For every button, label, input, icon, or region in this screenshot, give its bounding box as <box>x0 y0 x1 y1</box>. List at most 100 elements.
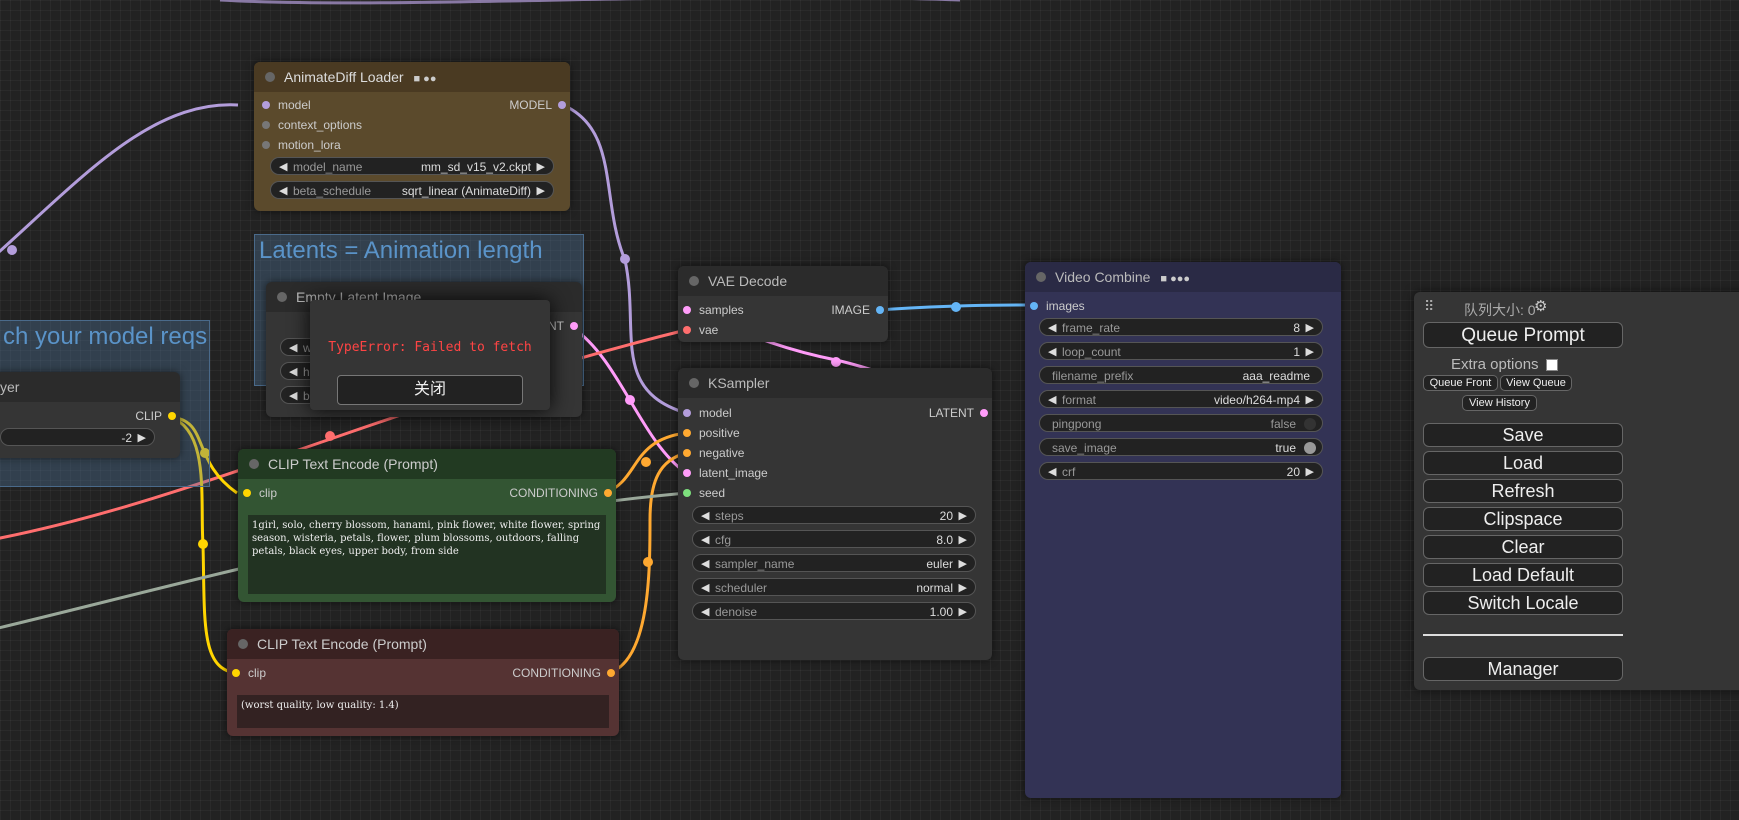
collapse-dot[interactable] <box>277 292 287 302</box>
collapse-dot[interactable] <box>238 639 248 649</box>
node-clip-text-encode-positive[interactable]: CLIP Text Encode (Prompt) clip CONDITION… <box>238 449 616 602</box>
refresh-button[interactable]: Refresh <box>1423 479 1623 503</box>
node-video-combine[interactable]: Video Combine ■ ●●● images ◀ frame_rate 8 ▶… <box>1025 262 1341 798</box>
widget-beta-schedule[interactable]: ◀ beta_schedule sqrt_linear (AnimateDiff) ▶ <box>270 181 554 199</box>
view-queue-button[interactable]: View Queue <box>1500 375 1572 391</box>
node-title-text: Video Combine <box>1055 269 1151 285</box>
node-title-clip-skip[interactable]: yer <box>0 372 180 402</box>
node-title-text: yer <box>0 379 20 395</box>
widget-loop-count[interactable]: ◀ loop_count 1 ▶ <box>1039 342 1323 360</box>
widget-filename-prefix[interactable]: filename_prefix aaa_readme <box>1039 366 1323 384</box>
reroute-vae[interactable] <box>325 431 335 441</box>
extra-options-label: Extra options <box>1451 356 1539 373</box>
queue-size-label: 队列大小: 0 <box>1464 302 1536 318</box>
output-clip[interactable]: CLIP <box>135 408 176 424</box>
input-positive[interactable]: positive <box>683 425 740 441</box>
node-title-text: CLIP Text Encode (Prompt) <box>268 456 438 472</box>
node-clip-skip[interactable]: yer CLIP -2 ▶ <box>0 372 180 458</box>
menu-divider <box>1423 634 1623 636</box>
load-button[interactable]: Load <box>1423 451 1623 475</box>
node-animatediff-loader[interactable]: AnimateDiff Loader ■ ●● model context_op… <box>254 62 570 211</box>
reroute-model[interactable] <box>7 245 17 255</box>
load-default-button[interactable]: Load Default <box>1423 563 1623 587</box>
extra-options-checkbox[interactable] <box>1545 359 1558 372</box>
clipspace-button[interactable]: Clipspace <box>1423 507 1623 531</box>
close-button[interactable]: 关闭 <box>337 375 523 405</box>
widget-denoise[interactable]: ◀ denoise 1.00 ▶ <box>692 602 976 620</box>
gear-icon[interactable]: ⚙ <box>1534 297 1547 315</box>
node-title-video-combine[interactable]: Video Combine ■ ●●● <box>1025 262 1341 292</box>
widget-scheduler[interactable]: ◀ scheduler normal ▶ <box>692 578 976 596</box>
error-message: TypeError: Failed to fetch <box>328 340 532 355</box>
badge-icon: ■ ●● <box>413 73 437 85</box>
node-title-text: VAE Decode <box>708 273 788 289</box>
link-model-to-animatediff <box>0 103 239 254</box>
output-conditioning[interactable]: CONDITIONING <box>512 665 615 681</box>
reroute-latent-2[interactable] <box>625 395 635 405</box>
collapse-dot[interactable] <box>249 459 259 469</box>
reroute-image[interactable] <box>951 302 961 312</box>
extra-options-row: Extra options <box>1451 356 1558 373</box>
node-clip-text-encode-negative[interactable]: CLIP Text Encode (Prompt) clip CONDITION… <box>227 629 619 736</box>
queue-prompt-button[interactable]: Queue Prompt <box>1423 322 1623 348</box>
input-clip[interactable]: clip <box>243 485 277 501</box>
input-motion-lora[interactable]: motion_lora <box>262 137 341 153</box>
collapse-dot[interactable] <box>265 72 275 82</box>
widget-model-name[interactable]: ◀ model_name mm_sd_v15_v2.ckpt ▶ <box>270 157 554 175</box>
node-vae-decode[interactable]: VAE Decode samples vae IMAGE <box>678 266 888 342</box>
node-title-animatediff[interactable]: AnimateDiff Loader ■ ●● <box>254 62 570 92</box>
node-ksampler[interactable]: KSampler model positive negative latent_… <box>678 368 992 660</box>
node-title-text: KSampler <box>708 375 770 391</box>
input-images[interactable]: images <box>1030 298 1085 314</box>
toggle-knob-off <box>1304 418 1316 430</box>
output-model[interactable]: MODEL <box>509 97 566 113</box>
collapse-dot[interactable] <box>689 378 699 388</box>
group-title-model-reqs: ch your model reqs <box>3 323 208 350</box>
node-title-clip-negative[interactable]: CLIP Text Encode (Prompt) <box>227 629 619 659</box>
collapse-dot[interactable] <box>689 276 699 286</box>
view-history-button[interactable]: View History <box>1462 395 1537 411</box>
node-title-text: CLIP Text Encode (Prompt) <box>257 636 427 652</box>
reroute-conditioning[interactable] <box>641 457 651 467</box>
input-clip[interactable]: clip <box>232 665 266 681</box>
widget-cfg[interactable]: ◀ cfg 8.0 ▶ <box>692 530 976 548</box>
manager-button[interactable]: Manager <box>1423 657 1623 681</box>
reroute-latent[interactable] <box>831 357 841 367</box>
badge-icon: ■ ●●● <box>1160 273 1191 285</box>
input-vae[interactable]: vae <box>683 322 718 338</box>
input-context-options[interactable]: context_options <box>262 117 362 133</box>
clear-button[interactable]: Clear <box>1423 535 1623 559</box>
collapse-dot[interactable] <box>1036 272 1046 282</box>
reroute-model-2[interactable] <box>620 254 630 264</box>
reroute-conditioning-2[interactable] <box>643 557 653 567</box>
input-model[interactable]: model <box>262 97 311 113</box>
prompt-text-negative[interactable]: (worst quality, low quality: 1.4) <box>237 695 609 728</box>
widget-format[interactable]: ◀ format video/h264-mp4 ▶ <box>1039 390 1323 408</box>
widget-sampler-name[interactable]: ◀ sampler_name euler ▶ <box>692 554 976 572</box>
error-dialog: TypeError: Failed to fetch 关闭 <box>310 300 550 410</box>
input-model[interactable]: model <box>683 405 732 421</box>
toggle-knob-on <box>1304 442 1316 454</box>
widget-crf[interactable]: ◀ crf 20 ▶ <box>1039 462 1323 480</box>
node-title-ksampler[interactable]: KSampler <box>678 368 992 398</box>
drag-handle-icon[interactable]: ⠿ <box>1424 298 1434 315</box>
node-title-clip-positive[interactable]: CLIP Text Encode (Prompt) <box>238 449 616 479</box>
prompt-text-positive[interactable]: 1girl, solo, cherry blossom, hanami, pin… <box>248 515 606 594</box>
input-latent-image[interactable]: latent_image <box>683 465 768 481</box>
toggle-pingpong[interactable]: pingpong false <box>1039 414 1323 432</box>
node-title-vae-decode[interactable]: VAE Decode <box>678 266 888 296</box>
widget-steps[interactable]: ◀ steps 20 ▶ <box>692 506 976 524</box>
switch-locale-button[interactable]: Switch Locale <box>1423 591 1623 615</box>
output-image[interactable]: IMAGE <box>831 302 884 318</box>
input-seed[interactable]: seed <box>683 485 725 501</box>
save-button[interactable]: Save <box>1423 423 1623 447</box>
widget-frame-rate[interactable]: ◀ frame_rate 8 ▶ <box>1039 318 1323 336</box>
output-conditioning[interactable]: CONDITIONING <box>509 485 612 501</box>
queue-front-button[interactable]: Queue Front <box>1423 375 1498 391</box>
input-negative[interactable]: negative <box>683 445 744 461</box>
output-latent[interactable]: LATENT <box>929 405 988 421</box>
widget-stop-at-clip-layer[interactable]: -2 ▶ <box>0 428 155 446</box>
toggle-save-image[interactable]: save_image true <box>1039 438 1323 456</box>
input-samples[interactable]: samples <box>683 302 744 318</box>
reroute-clip-2[interactable] <box>198 539 208 549</box>
